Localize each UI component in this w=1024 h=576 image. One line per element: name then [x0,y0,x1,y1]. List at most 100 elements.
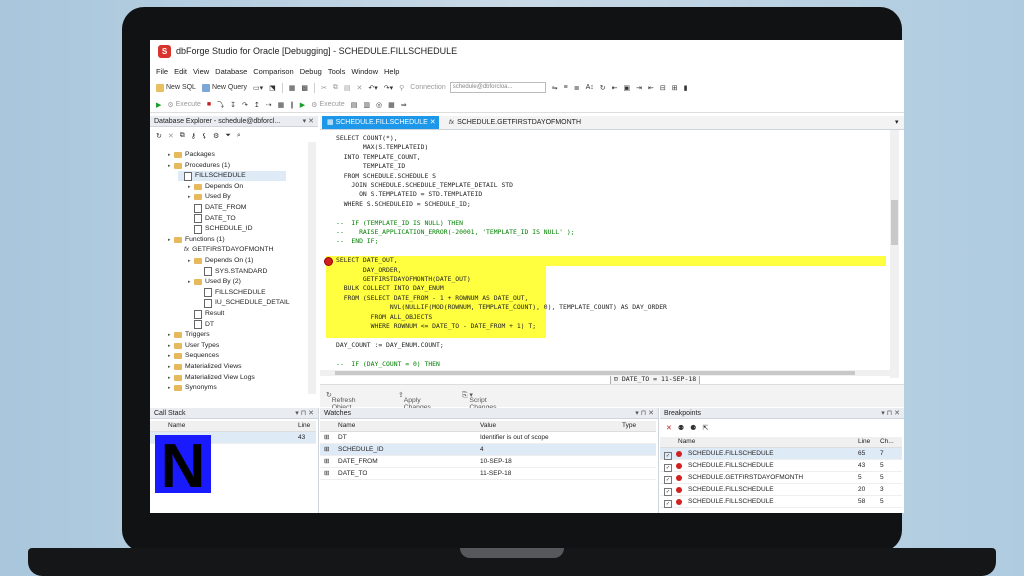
connection-select[interactable]: schedule@dbforcloa... [449,82,546,93]
tree-item[interactable]: ▸ Depends On (1) [188,256,253,266]
step-over-icon[interactable]: ↷ [242,101,248,109]
table-row[interactable]: ✓ SCHEDULE.FILLSCHEDULE 58 5 [660,496,902,508]
pause-icon[interactable]: ∥ [290,101,294,109]
menu-window[interactable]: Window [351,67,378,76]
paste-icon[interactable]: ▤ [344,84,351,92]
apply-changes-button[interactable]: ⇪ Apply Changes [398,391,431,411]
table-row[interactable]: ⊞ DT Identifier is out of scope [320,432,656,444]
tab-fillschedule[interactable]: ▦ SCHEDULE.FILLSCHEDULE ✕ [322,116,439,129]
panel-pin-icon[interactable]: ▾ ⊓ ✕ [295,408,314,419]
search-icon[interactable]: ⌕ [237,132,241,140]
tree-item[interactable]: ▸ User Types [168,341,219,351]
menu-debug[interactable]: Debug [300,67,322,76]
copy-icon[interactable]: ⧉ [333,84,338,92]
tree-item[interactable]: SCHEDULE_ID [188,224,253,234]
table-row[interactable]: ✓ SCHEDULE.GETFIRSTDAYOFMONTH 5 5 [660,472,902,484]
scroll-thumb[interactable] [335,371,855,375]
execute-button-1[interactable]: ⚙ Execute [167,101,201,109]
filter-icon[interactable]: ⏷ [225,132,231,140]
grid-icon[interactable]: ▦ [278,101,285,109]
run-to-cursor-icon[interactable]: ⇢ [266,101,272,109]
tree-item[interactable]: FILLSCHEDULE [178,171,286,182]
run-icon[interactable]: ▶ [300,101,305,109]
connect-icon[interactable]: ⚷ [191,132,196,140]
run-icon[interactable]: ▶ [156,101,161,109]
editor-vscroll[interactable] [890,130,899,378]
tree-item[interactable]: fx GETFIRSTDAYOFMONTH [178,245,274,255]
tree-item[interactable]: ▸ Procedures (1) [168,161,230,171]
menu-database[interactable]: Database [215,67,247,76]
uncomment-icon[interactable]: ⊞ [672,84,678,92]
goto-source-icon[interactable]: ⇱ [702,424,708,432]
table-row[interactable]: ⊞ SCHEDULE_ID 4 [320,444,656,456]
disconnect-icon[interactable]: ⚸ [202,132,207,140]
comment-icon[interactable]: ⊟ [660,84,666,92]
code-editor[interactable]: SELECT COUNT(*), MAX(S.TEMPLATEID) INTO … [320,130,890,378]
menu-comparison[interactable]: Comparison [253,67,293,76]
editor-hscroll[interactable] [320,370,890,376]
close-icon[interactable]: ✕ [430,119,436,126]
save-icon[interactable]: ▦ [289,84,296,92]
refresh-icon[interactable]: ↻ [156,132,162,140]
close-icon[interactable]: ✕ [168,132,174,140]
execute-button-2[interactable]: ⚙ Execute [311,101,345,109]
tree-item[interactable]: DT [188,320,214,330]
menu-view[interactable]: View [193,67,209,76]
menu-file[interactable]: File [156,67,168,76]
folder-icon[interactable]: ⬔ [269,84,276,92]
tab-getfirstdayofmonth[interactable]: fx SCHEDULE.GETFIRSTDAYOFMONTH [444,116,609,129]
tree-item[interactable]: DATE_FROM [188,203,246,213]
tree-item[interactable]: ▸ Triggers [168,330,210,340]
tree-item[interactable]: IU_SCHEDULE_DETAIL [198,298,290,308]
table-row[interactable]: ⊞ DATE_FROM 10-SEP-18 [320,456,656,468]
tree-item[interactable]: ▸ Depends On [188,182,243,192]
align-icon[interactable]: ⇤ [612,84,618,92]
indent-icon[interactable]: ⇥ [636,84,642,92]
open-icon[interactable]: ▭▾ [253,84,263,92]
step-icon[interactable]: ⤵ [217,100,224,110]
new-sql-button[interactable]: New SQL [156,83,196,92]
panel-pin-icon[interactable]: ▾ ⊓ ✕ [635,408,654,419]
outdent-icon[interactable]: ⇤ [648,84,654,92]
new-query-button[interactable]: New Query [201,83,247,92]
arrow-icon[interactable]: ⇒ [401,101,407,109]
toolbar-tool-icon[interactable]: ⇋ [552,84,558,92]
target-icon[interactable]: ◎ [376,101,382,109]
tree-item[interactable]: ▸ Materialized View Logs [168,373,255,383]
tree-item[interactable]: ▸ Used By (2) [188,277,241,287]
stop-icon[interactable]: ■ [207,101,211,108]
tree-item[interactable]: ▸ Sequences [168,351,219,361]
breakpoint-checkbox[interactable]: ✓ [664,498,672,509]
table-row[interactable]: ⊞ DATE_TO 11-SEP-18 [320,468,656,480]
scroll-thumb[interactable] [891,200,898,245]
tree-item[interactable]: ▸ Packages [168,150,215,160]
script-changes-button[interactable]: ⎘ Script Changes ▾ [462,391,497,411]
text-icon[interactable]: A↕ [586,84,594,91]
delete-icon[interactable]: ✕ [357,84,363,92]
format-icon[interactable]: ≡ [564,84,568,91]
tree-item[interactable]: ▸ Used By [188,192,231,202]
tree-item[interactable]: DATE_TO [188,214,236,224]
refresh-icon[interactable]: ↻ [600,84,606,92]
table-row[interactable]: ✓ SCHEDULE.FILLSCHEDULE 20 3 [660,484,902,496]
delete-breakpoint-icon[interactable]: ✕ [666,424,672,432]
menu-help[interactable]: Help [384,67,399,76]
breakpoint-toggle-icon[interactable]: ⚉ [678,424,684,432]
tree-item[interactable]: ▸ Functions (1) [168,235,225,245]
step-into-icon[interactable]: ↧ [230,101,236,109]
tree-item[interactable]: ▸ Materialized Views [168,362,242,372]
layout-icon[interactable]: ▥ [363,101,370,109]
redo-icon[interactable]: ↷▾ [384,84,393,92]
chevron-down-icon[interactable]: ▾ [890,116,904,129]
save-all-icon[interactable]: ▩ [301,84,308,92]
panel-pin-icon[interactable]: ▾ ⊓ ✕ [881,408,900,419]
sql-icon[interactable]: ▣ [623,84,630,92]
step-out-icon[interactable]: ↥ [254,101,260,109]
format-icon[interactable]: ≣ [574,84,580,92]
panel-pin-icon[interactable]: ▾ ✕ [303,116,314,127]
menu-tools[interactable]: Tools [328,67,346,76]
refresh-object-button[interactable]: ↻ Refresh Object [326,391,356,411]
tree-item[interactable]: SYS.STANDARD [198,267,267,277]
table-row[interactable]: ✓ SCHEDULE.FILLSCHEDULE 65 7 [660,448,902,460]
tree-item[interactable]: Result [188,309,224,319]
